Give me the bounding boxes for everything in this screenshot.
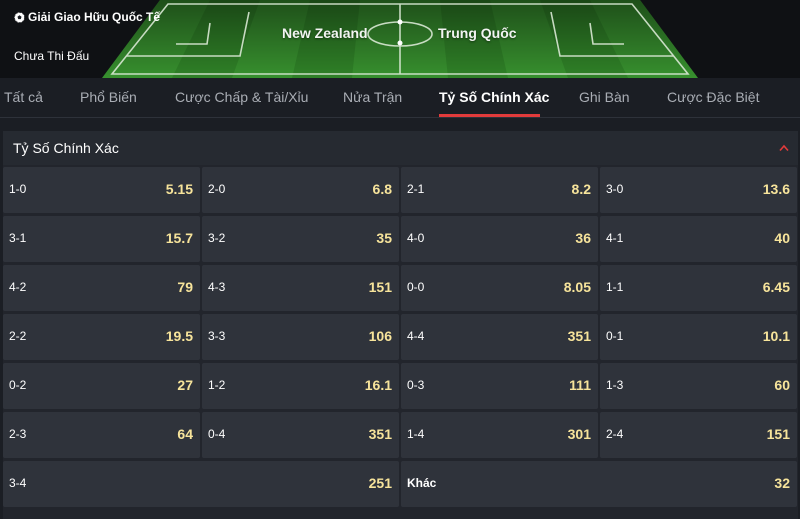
odds-value: 36	[575, 230, 591, 246]
odds-value: 351	[368, 426, 392, 442]
score-label: 4-3	[208, 280, 226, 294]
chevron-up-icon[interactable]	[778, 143, 790, 153]
odds-cell[interactable]: 1-0 5.15	[3, 167, 200, 213]
odds-value: 79	[177, 279, 193, 295]
score-label: 2-1	[407, 182, 425, 196]
tab-all[interactable]: Tất cả	[4, 89, 43, 105]
score-label: 3-2	[208, 231, 226, 245]
odds-value: 10.1	[762, 328, 790, 344]
odds-value: 27	[177, 377, 193, 393]
score-label: 4-2	[9, 280, 27, 294]
odds-cell[interactable]: 3-3 106	[202, 314, 399, 360]
home-team-name: New Zealand	[282, 25, 368, 41]
odds-value: 151	[368, 279, 392, 295]
odds-value: 8.2	[571, 181, 591, 197]
tab-handicap-over-under[interactable]: Cược Chấp & Tài/Xỉu	[175, 89, 308, 105]
odds-cell[interactable]: 0-4 351	[202, 412, 399, 458]
odds-cell[interactable]: 4-2 79	[3, 265, 200, 311]
odds-value: 6.45	[762, 279, 790, 295]
odds-value: 8.05	[563, 279, 591, 295]
odds-value: 40	[774, 230, 790, 246]
odds-cell[interactable]: 2-1 8.2	[401, 167, 598, 213]
score-label: Khác	[407, 476, 437, 490]
score-label: 4-4	[407, 329, 425, 343]
odds-cell[interactable]: 4-1 40	[600, 216, 797, 262]
odds-value: 111	[569, 377, 591, 393]
odds-cell[interactable]: 3-2 35	[202, 216, 399, 262]
league-name: Giải Giao Hữu Quốc Tế	[14, 10, 160, 24]
odds-cell[interactable]: 3-4 251	[3, 461, 399, 507]
active-tab-indicator	[439, 114, 540, 117]
odds-cell[interactable]: 3-0 13.6	[600, 167, 797, 213]
odds-value: 151	[766, 426, 790, 442]
match-header: Giải Giao Hữu Quốc Tế Chưa Thi Đấu New Z…	[0, 0, 800, 78]
odds-cell[interactable]: 4-3 151	[202, 265, 399, 311]
odds-value: 251	[368, 475, 392, 491]
tab-goal-scorer[interactable]: Ghi Bàn	[579, 89, 630, 105]
odds-cell[interactable]: 1-1 6.45	[600, 265, 797, 311]
tab-half-time[interactable]: Nửa Trận	[343, 89, 402, 105]
odds-cell[interactable]: 1-2 16.1	[202, 363, 399, 409]
score-label: 4-0	[407, 231, 425, 245]
soccer-ball-icon	[14, 11, 25, 23]
match-status: Chưa Thi Đấu	[14, 49, 90, 63]
odds-cell[interactable]: 2-0 6.8	[202, 167, 399, 213]
odds-cell[interactable]: 0-3 111	[401, 363, 598, 409]
score-label: 1-0	[9, 182, 27, 196]
score-label: 2-0	[208, 182, 226, 196]
score-label: 2-2	[9, 329, 27, 343]
score-label: 3-0	[606, 182, 624, 196]
score-label: 3-4	[9, 476, 27, 490]
score-label: 3-1	[9, 231, 27, 245]
score-label: 2-3	[9, 427, 27, 441]
tab-popular[interactable]: Phổ Biến	[80, 89, 137, 105]
odds-value: 32	[774, 475, 790, 491]
score-label: 0-4	[208, 427, 226, 441]
market-tabs: Tất cả Phổ Biến Cược Chấp & Tài/Xỉu Nửa …	[0, 78, 800, 118]
odds-cell[interactable]: 2-4 151	[600, 412, 797, 458]
odds-value: 106	[368, 328, 392, 344]
odds-cell-other[interactable]: Khác 32	[401, 461, 797, 507]
score-label: 0-2	[9, 378, 27, 392]
odds-value: 351	[567, 328, 591, 344]
odds-cell[interactable]: 0-1 10.1	[600, 314, 797, 360]
odds-value: 5.15	[165, 181, 193, 197]
odds-cell[interactable]: 1-4 301	[401, 412, 598, 458]
score-label: 2-4	[606, 427, 624, 441]
score-label: 1-3	[606, 378, 624, 392]
odds-value: 16.1	[364, 377, 392, 393]
score-label: 0-3	[407, 378, 425, 392]
tab-specials[interactable]: Cược Đặc Biệt	[667, 89, 759, 105]
score-label: 1-2	[208, 378, 226, 392]
score-label: 0-1	[606, 329, 624, 343]
tab-correct-score[interactable]: Tỷ Số Chính Xác	[439, 89, 549, 105]
odds-value: 64	[177, 426, 193, 442]
odds-value: 35	[376, 230, 392, 246]
odds-value: 19.5	[165, 328, 193, 344]
odds-value: 15.7	[165, 230, 193, 246]
odds-value: 301	[567, 426, 591, 442]
away-team-name: Trung Quốc	[438, 25, 517, 41]
odds-cell[interactable]: 3-1 15.7	[3, 216, 200, 262]
score-label: 1-1	[606, 280, 624, 294]
odds-cell[interactable]: 2-2 19.5	[3, 314, 200, 360]
score-label: 4-1	[606, 231, 624, 245]
score-label: 1-4	[407, 427, 425, 441]
section-header[interactable]: Tỷ Số Chính Xác	[3, 131, 798, 165]
score-label: 3-3	[208, 329, 226, 343]
correct-score-section: Tỷ Số Chính Xác 1-0 5.15 2-0 6.8 2-1 8.2…	[3, 131, 798, 519]
league-label: Giải Giao Hữu Quốc Tế	[28, 10, 161, 24]
odds-value: 6.8	[372, 181, 392, 197]
odds-cell[interactable]: 0-0 8.05	[401, 265, 598, 311]
odds-cell[interactable]: 2-3 64	[3, 412, 200, 458]
odds-cell[interactable]: 4-0 36	[401, 216, 598, 262]
score-label: 0-0	[407, 280, 425, 294]
section-title: Tỷ Số Chính Xác	[13, 140, 119, 156]
odds-cell[interactable]: 4-4 351	[401, 314, 598, 360]
odds-cell[interactable]: 1-3 60	[600, 363, 797, 409]
odds-value: 60	[774, 377, 790, 393]
odds-value: 13.6	[762, 181, 790, 197]
odds-cell[interactable]: 0-2 27	[3, 363, 200, 409]
